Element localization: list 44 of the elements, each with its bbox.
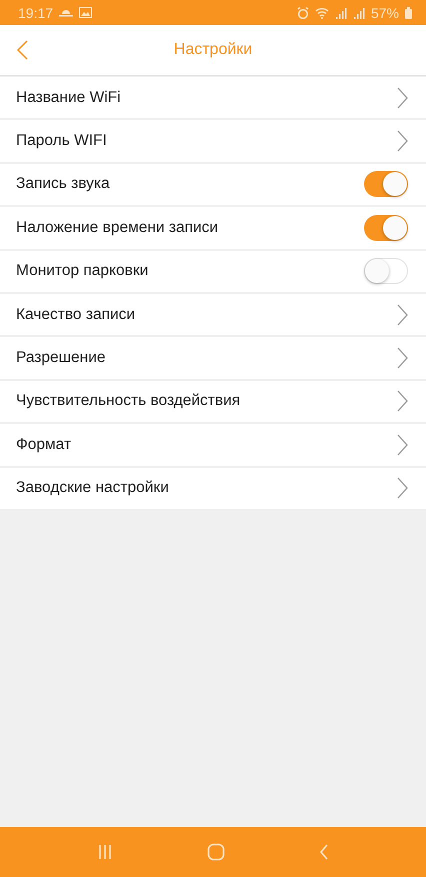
screen-title: Настройки: [174, 41, 252, 59]
setting-label: Формат: [16, 436, 72, 454]
alarm-icon: [296, 6, 309, 18]
setting-label: Наложение времени записи: [16, 218, 220, 237]
toggle-switch[interactable]: [364, 171, 408, 198]
toggle-switch[interactable]: [364, 214, 408, 241]
chevron-right-icon: [397, 130, 408, 152]
settings-row[interactable]: Монитор парковки: [0, 250, 426, 292]
chevron-right-icon: [397, 477, 408, 500]
setting-label: Название WiFi: [16, 88, 122, 107]
signal-icon: [352, 6, 365, 18]
wifi-icon: [314, 6, 329, 18]
chevron-left-icon: [14, 39, 30, 61]
setting-label: Чувствительность воздействия: [16, 392, 242, 410]
chevron-right-icon: [397, 347, 408, 370]
settings-row[interactable]: Качество записи: [0, 294, 426, 336]
image-icon: [79, 7, 92, 18]
chevron-left-icon: [319, 844, 329, 860]
settings-row[interactable]: Чувствительность воздействия: [0, 380, 426, 422]
clock-time: 19:17: [18, 4, 54, 20]
battery-percent: 57%: [370, 4, 399, 20]
chevron-right-icon: [397, 390, 408, 412]
settings-row[interactable]: Разрешение: [0, 337, 426, 379]
settings-row[interactable]: Запись звука: [0, 164, 426, 206]
setting-label: Запись звука: [16, 175, 111, 194]
setting-label: Качество записи: [16, 306, 136, 324]
signal-icon: [334, 6, 347, 18]
settings-row[interactable]: Наложение времени записи: [0, 207, 426, 249]
setting-label: Монитор парковки: [16, 262, 150, 280]
settings-row[interactable]: Название WiFi: [0, 77, 426, 118]
bars-icon: [97, 844, 113, 860]
chevron-right-icon: [397, 304, 408, 326]
settings-row[interactable]: Формат: [0, 424, 426, 466]
settings-row[interactable]: Пароль WIFI: [0, 120, 426, 162]
setting-label: Заводские настройки: [16, 479, 170, 498]
chevron-right-icon: [397, 86, 408, 109]
weather-icon: [59, 7, 74, 18]
setting-label: Разрешение: [16, 349, 107, 368]
chevron-right-icon: [397, 434, 408, 456]
setting-label: Пароль WIFI: [16, 132, 108, 150]
battery-icon: [405, 6, 412, 18]
toggle-switch[interactable]: [364, 258, 408, 284]
rounded-square-icon: [207, 843, 225, 861]
settings-row[interactable]: Заводские настройки: [0, 468, 426, 509]
